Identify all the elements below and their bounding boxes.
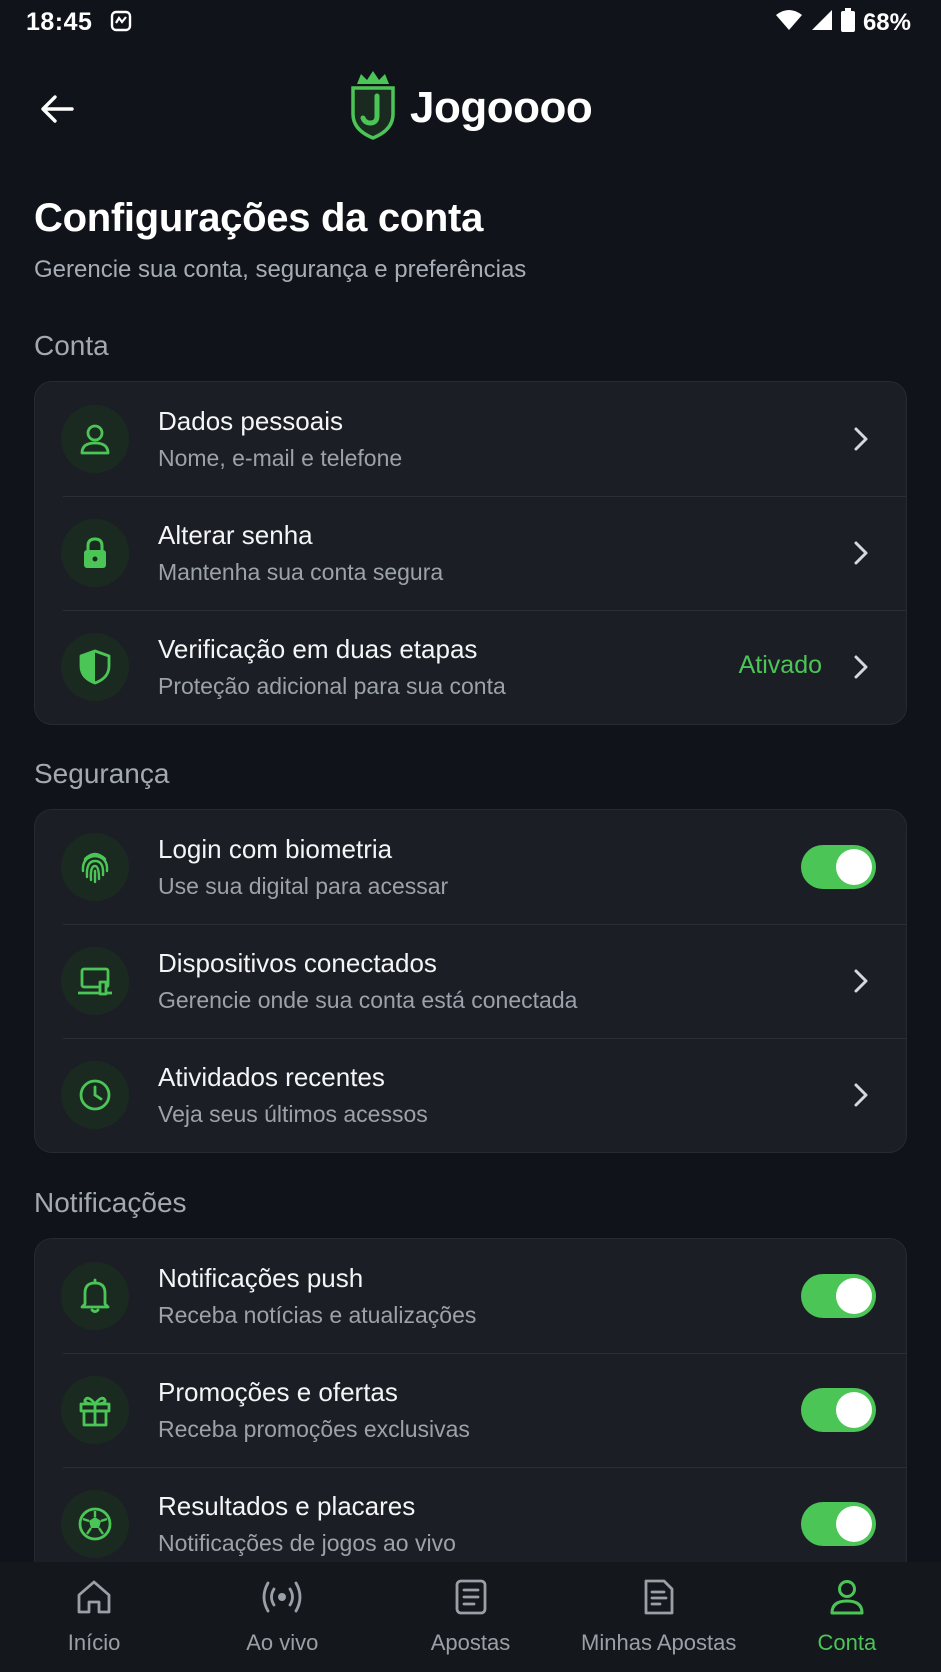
row-alterar-senha[interactable]: Alterar senha Mantenha sua conta segura xyxy=(35,496,906,610)
row-atividades-recentes[interactable]: Atividados recentes Veja seus últimos ac… xyxy=(35,1038,906,1152)
nav-label: Minhas Apostas xyxy=(581,1630,737,1655)
row-title: Dados pessoais xyxy=(158,406,343,436)
lock-icon xyxy=(61,519,129,587)
soccer-ball-icon xyxy=(61,1490,129,1558)
nav-item-ao-vivo[interactable]: Ao vivo xyxy=(188,1562,376,1672)
nav-item-apostas[interactable]: Apostas xyxy=(376,1562,564,1672)
row-subtitle: Notificações de jogos ao vivo xyxy=(158,1530,456,1556)
biometria-toggle[interactable] xyxy=(801,845,876,889)
bottom-navigation: Início Ao vivo Apostas Minhas Apostas Co… xyxy=(0,1562,941,1672)
row-dispositivos-conectados[interactable]: Dispositivos conectados Gerencie onde su… xyxy=(35,924,906,1038)
arrow-left-icon xyxy=(41,95,74,123)
nav-label: Conta xyxy=(817,1630,877,1655)
live-broadcast-icon xyxy=(261,1576,303,1618)
row-subtitle: Receba promoções exclusivas xyxy=(158,1416,470,1442)
row-login-biometria[interactable]: Login com biometria Use sua digital para… xyxy=(35,810,906,924)
bell-icon xyxy=(61,1262,129,1330)
notification-app-icon xyxy=(110,10,132,32)
nav-item-minhas-apostas[interactable]: Minhas Apostas xyxy=(565,1562,753,1672)
row-title: Notificações push xyxy=(158,1263,364,1293)
user-icon xyxy=(826,1576,868,1618)
toggle-knob xyxy=(836,1392,872,1428)
home-icon xyxy=(73,1576,115,1618)
page-subtitle: Gerencie sua conta, segurança e preferên… xyxy=(34,256,527,283)
fingerprint-icon xyxy=(61,833,129,901)
row-title: Login com biometria xyxy=(158,834,393,864)
row-title: Resultados e placares xyxy=(158,1491,416,1521)
settings-screen: 18:45 68% Jogoooo Configurações da conta… xyxy=(0,0,941,1672)
row-title: Atividados recentes xyxy=(158,1062,385,1092)
crown-shield-logo-icon xyxy=(350,70,396,145)
row-title: Alterar senha xyxy=(158,520,313,550)
wifi-icon xyxy=(775,9,803,36)
row-subtitle: Gerencie onde sua conta está conectada xyxy=(158,987,578,1013)
laptop-icon xyxy=(61,947,129,1015)
row-title: Promoções e ofertas xyxy=(158,1377,398,1407)
card-seguranca: Login com biometria Use sua digital para… xyxy=(34,809,907,1153)
user-icon xyxy=(61,405,129,473)
nav-item-inicio[interactable]: Início xyxy=(0,1562,188,1672)
row-dados-pessoais[interactable]: Dados pessoais Nome, e-mail e telefone xyxy=(35,382,906,496)
page-title: Configurações da conta xyxy=(34,196,484,240)
nav-item-conta[interactable]: Conta xyxy=(753,1562,941,1672)
row-verificacao-duas-etapas[interactable]: Verificação em duas etapas Proteção adic… xyxy=(35,610,906,724)
cell-signal-icon xyxy=(811,9,833,36)
row-subtitle: Use sua digital para acessar xyxy=(158,873,449,899)
row-title: Verificação em duas etapas xyxy=(158,634,478,664)
nav-label: Início xyxy=(67,1630,121,1655)
toggle-knob xyxy=(836,1506,872,1542)
row-subtitle: Mantenha sua conta segura xyxy=(158,559,444,585)
row-title: Dispositivos conectados xyxy=(158,948,437,978)
row-subtitle: Proteção adicional para sua conta xyxy=(158,673,506,699)
chevron-right-icon xyxy=(846,1078,876,1112)
row-notificacoes-push[interactable]: Notificações push Receba notícias e atua… xyxy=(35,1239,906,1353)
app-logo: Jogoooo xyxy=(350,70,593,145)
section-label-notificacoes: Notificações xyxy=(34,1187,187,1218)
battery-icon xyxy=(840,8,855,37)
status-bar: 18:45 68% xyxy=(0,0,941,46)
gift-icon xyxy=(61,1376,129,1444)
status-time: 18:45 xyxy=(26,8,93,36)
bet-slip-icon xyxy=(450,1576,492,1618)
card-conta: Dados pessoais Nome, e-mail e telefone A… xyxy=(34,381,907,725)
card-notificacoes: Notificações push Receba notícias e atua… xyxy=(34,1238,907,1578)
push-toggle[interactable] xyxy=(801,1274,876,1318)
row-subtitle: Veja seus últimos acessos xyxy=(158,1101,428,1127)
nav-label: Ao vivo xyxy=(246,1630,319,1655)
row-subtitle: Nome, e-mail e telefone xyxy=(158,445,403,471)
status-badge: Ativado xyxy=(738,651,822,679)
chevron-right-icon xyxy=(846,964,876,998)
row-promocoes-ofertas[interactable]: Promoções e ofertas Receba promoções exc… xyxy=(35,1353,906,1467)
nav-label: Apostas xyxy=(430,1630,511,1655)
chevron-right-icon xyxy=(846,422,876,456)
resultados-toggle[interactable] xyxy=(801,1502,876,1546)
status-indicators: 68% xyxy=(775,8,911,37)
my-bets-icon xyxy=(638,1576,680,1618)
chevron-right-icon xyxy=(846,650,876,684)
battery-percentage: 68% xyxy=(862,8,911,36)
toggle-knob xyxy=(836,849,872,885)
section-label-conta: Conta xyxy=(34,330,109,361)
app-header: Jogoooo xyxy=(0,60,941,160)
back-button[interactable] xyxy=(30,82,84,136)
section-label-seguranca: Segurança xyxy=(34,758,170,789)
promocoes-toggle[interactable] xyxy=(801,1388,876,1432)
toggle-knob xyxy=(836,1278,872,1314)
clock-icon xyxy=(61,1061,129,1129)
chevron-right-icon xyxy=(846,536,876,570)
shield-icon xyxy=(61,633,129,701)
app-name: Jogoooo xyxy=(410,82,593,132)
row-subtitle: Receba notícias e atualizações xyxy=(158,1302,477,1328)
